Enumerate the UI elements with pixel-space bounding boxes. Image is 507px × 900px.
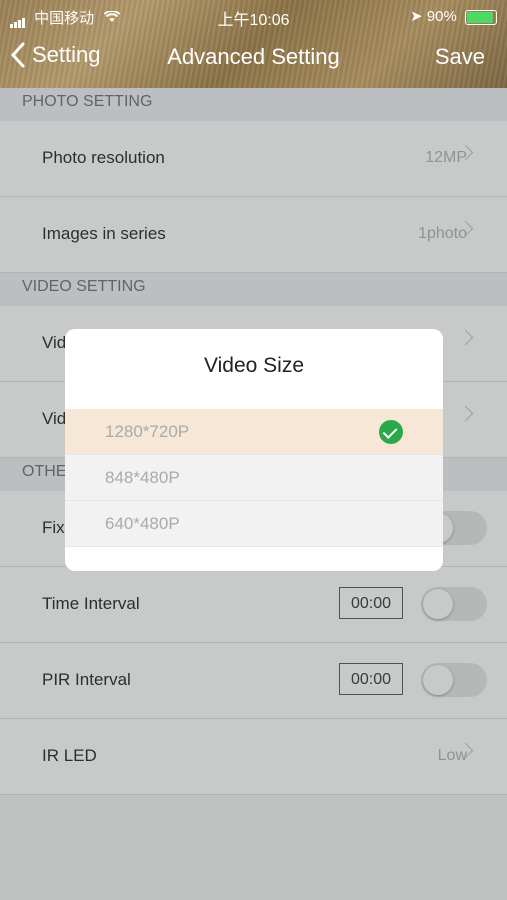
option-label: 848*480P [105,468,180,487]
battery-percent: 90% [426,8,457,25]
status-bar: 中国移动 上午10:06 ➤ 90% [0,0,507,30]
save-button[interactable]: Save [435,44,485,70]
option-848x480[interactable]: 848*480P [65,455,443,501]
option-1280x720[interactable]: 1280*720P [65,409,443,455]
option-label: 640*480P [105,514,180,533]
option-640x480[interactable]: 640*480P [65,501,443,547]
checkmark-icon [379,420,403,444]
nav-bar: Setting Advanced Setting Save [0,30,507,86]
header-background: 中国移动 上午10:06 ➤ 90% Setting Advanced Sett… [0,0,507,88]
video-size-dialog: Video Size 1280*720P 848*480P 640*480P [65,329,443,571]
location-icon: ➤ [410,8,423,25]
battery-icon [465,9,497,25]
status-right: ➤ 90% [410,7,497,25]
page-title: Advanced Setting [167,44,340,69]
option-label: 1280*720P [105,422,190,441]
dialog-title: Video Size [203,354,305,377]
